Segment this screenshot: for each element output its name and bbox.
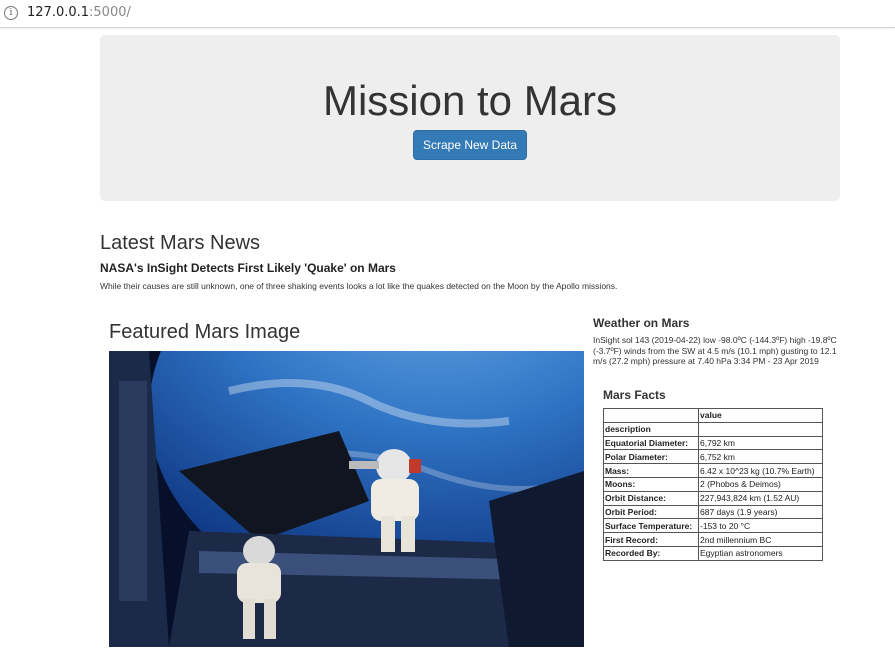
featured-image-heading: Featured Mars Image	[109, 321, 301, 343]
news-paragraph: While their causes are still unknown, on…	[100, 281, 618, 291]
mars-facts-table: value description Equatorial Diameter: 6,…	[603, 408, 823, 561]
fact-value: 687 days (1.9 years)	[698, 504, 823, 520]
url-text[interactable]: 127.0.0.1:5000/	[27, 5, 131, 20]
scrape-new-data-button[interactable]: Scrape New Data	[413, 130, 527, 160]
page-title: Mission to Mars	[322, 77, 618, 124]
table-row: Orbit Period: 687 days (1.9 years)	[603, 504, 823, 520]
table-row: Moons: 2 (Phobos & Deimos)	[603, 476, 823, 492]
table-row: Polar Diameter: 6,752 km	[603, 449, 823, 465]
description-header: description	[603, 421, 699, 437]
weather-text: InSight sol 143 (2019-04-22) low -98.0ºC…	[593, 335, 837, 366]
empty-header-cell	[698, 421, 823, 437]
fact-value: 227,943,824 km (1.52 AU)	[698, 490, 823, 506]
fact-label: Mass:	[603, 463, 699, 478]
fact-label: Orbit Period:	[603, 504, 699, 520]
table-row: First Record: 2nd millennium BC	[603, 532, 823, 547]
news-heading: Latest Mars News	[100, 232, 261, 254]
table-row: Equatorial Diameter: 6,792 km	[603, 435, 823, 451]
fact-label: Equatorial Diameter:	[603, 435, 699, 451]
table-header-row: description	[603, 421, 823, 437]
table-row: Recorded By: Egyptian astronomers	[603, 545, 823, 561]
table-row: Mass: 6.42 x 10^23 kg (10.7% Earth)	[603, 463, 823, 478]
fact-value: 2 (Phobos & Deimos)	[698, 476, 823, 492]
info-icon[interactable]: i	[4, 6, 18, 20]
table-row: Surface Temperature: -153 to 20 °C	[603, 518, 823, 534]
fact-label: Surface Temperature:	[603, 518, 699, 534]
fact-label: Orbit Distance:	[603, 490, 699, 506]
fact-value: -153 to 20 °C	[698, 518, 823, 534]
fact-value: 6,752 km	[698, 449, 823, 465]
weather-heading: Weather on Mars	[593, 316, 690, 330]
fact-label: First Record:	[603, 532, 699, 547]
fact-label: Recorded By:	[603, 545, 699, 561]
jumbotron: Mission to Mars Scrape New Data	[100, 35, 840, 201]
featured-mars-image	[109, 351, 584, 647]
mars-facts-heading: Mars Facts	[603, 388, 666, 402]
value-header: value	[698, 408, 823, 423]
empty-header-cell	[603, 408, 699, 423]
table-row: Orbit Distance: 227,943,824 km (1.52 AU)	[603, 490, 823, 506]
fact-label: Polar Diameter:	[603, 449, 699, 465]
browser-address-bar[interactable]: i 127.0.0.1:5000/	[0, 0, 895, 28]
fact-value: 6,792 km	[698, 435, 823, 451]
news-title: NASA's InSight Detects First Likely 'Qua…	[100, 261, 396, 275]
fact-value: 2nd millennium BC	[698, 532, 823, 547]
table-header-row: value	[603, 408, 823, 423]
fact-label: Moons:	[603, 476, 699, 492]
fact-value: Egyptian astronomers	[698, 545, 823, 561]
fact-value: 6.42 x 10^23 kg (10.7% Earth)	[698, 463, 823, 478]
